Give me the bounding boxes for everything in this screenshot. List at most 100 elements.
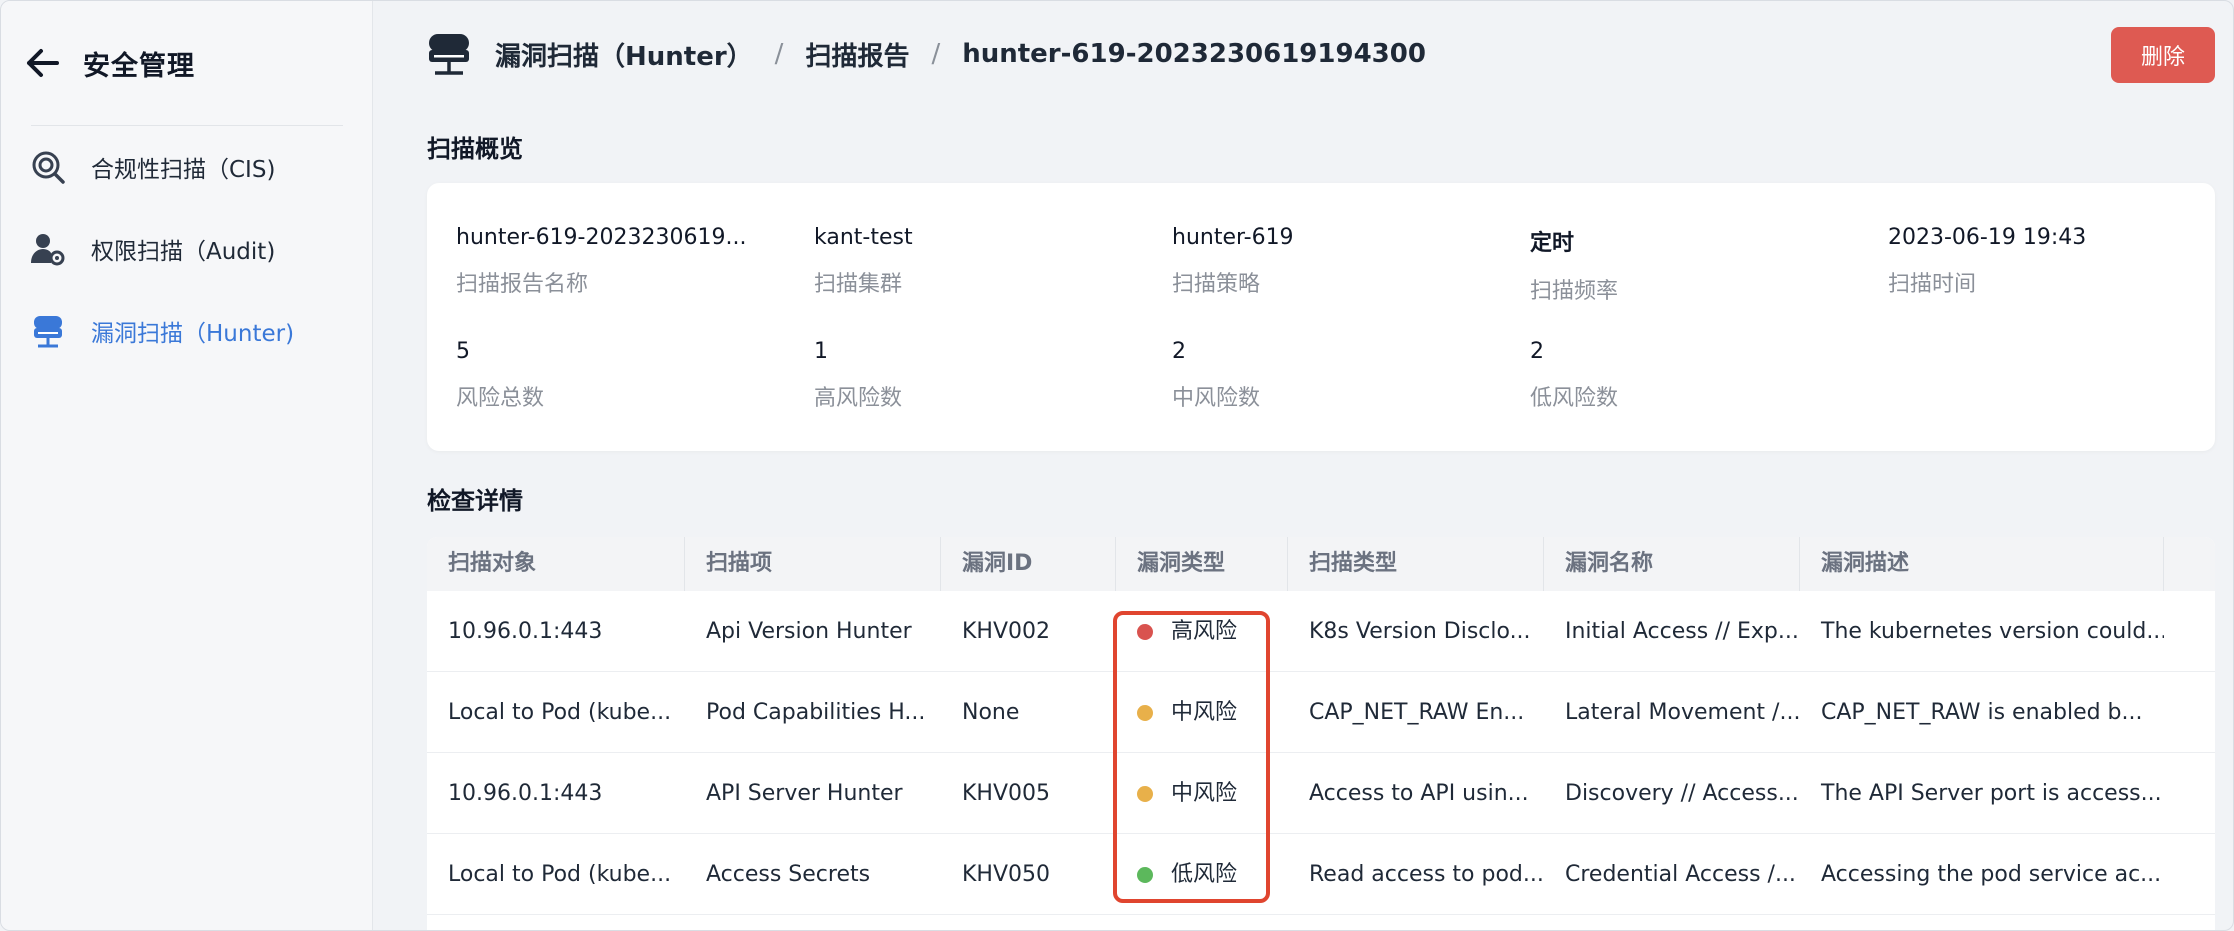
column-header[interactable]: 漏洞类型 bbox=[1116, 537, 1288, 591]
sidebar-item-cis[interactable]: 合规性扫描（CIS) bbox=[29, 141, 349, 193]
overview-frequency: 定时 扫描频率 bbox=[1530, 225, 1850, 305]
cell-scan-item: API Server Hunter bbox=[706, 781, 903, 806]
overview-value: kant-test bbox=[814, 225, 913, 250]
overview-label: 扫描频率 bbox=[1530, 279, 1619, 304]
overview-value: 定时 bbox=[1530, 231, 1575, 256]
breadcrumb: 漏洞扫描（Hunter） / 扫描报告 / hunter-619-2023230… bbox=[425, 27, 1426, 81]
hunter-scan-icon bbox=[425, 30, 473, 78]
cell-vuln-name: Credential Access /... bbox=[1565, 862, 1796, 887]
overview-value: 5 bbox=[456, 339, 470, 364]
risk-label: 中风险 bbox=[1171, 781, 1238, 806]
breadcrumb-item-hunter[interactable]: 漏洞扫描（Hunter） bbox=[495, 36, 753, 73]
table-row[interactable]: 10.96.0.1:443 API Server Hunter KHV005 中… bbox=[427, 753, 2215, 834]
cell-vuln-type: 中风险 bbox=[1116, 672, 1288, 753]
risk-label: 中风险 bbox=[1171, 700, 1238, 725]
cell-vuln-name: Initial Access // Exp... bbox=[1565, 619, 1799, 644]
overview-report-name: hunter-619-2023230619... 扫描报告名称 bbox=[456, 225, 776, 298]
column-header[interactable]: 扫描对象 bbox=[427, 537, 685, 591]
cell-scan-type: Read access to pod... bbox=[1309, 862, 1544, 887]
audit-scan-icon bbox=[29, 230, 67, 268]
cell-scan-item: Api Version Hunter bbox=[706, 619, 912, 644]
cell-scan-type: K8s Version Disclo... bbox=[1309, 619, 1531, 644]
overview-value: hunter-619 bbox=[1172, 225, 1294, 250]
cell-vuln-name: Lateral Movement /... bbox=[1565, 700, 1800, 725]
sidebar-item-hunter[interactable]: 漏洞扫描（Hunter) bbox=[29, 305, 349, 357]
sidebar-item-audit[interactable]: 权限扫描（Audit) bbox=[29, 223, 349, 275]
cell-vuln-type: 低风险 bbox=[1116, 834, 1288, 915]
cis-scan-icon bbox=[29, 148, 67, 186]
overview-scan-time: 2023-06-19 19:43 扫描时间 bbox=[1888, 225, 2208, 298]
column-header[interactable]: 扫描项 bbox=[685, 537, 941, 591]
overview-medium-risks: 2 中风险数 bbox=[1172, 339, 1492, 412]
column-header[interactable]: 扫描类型 bbox=[1288, 537, 1544, 591]
cell-vuln-id: KHV005 bbox=[962, 781, 1051, 806]
cell-scan-type: CAP_NET_RAW En... bbox=[1309, 700, 1525, 725]
cell-scan-item: Pod Capabilities H... bbox=[706, 700, 926, 725]
sidebar: 安全管理 合规性扫描（CIS) 权限扫描（Audit) 漏洞扫描（Hunter) bbox=[1, 1, 373, 930]
overview-value: 2023-06-19 19:43 bbox=[1888, 225, 2087, 250]
overview-value: 2 bbox=[1530, 339, 1544, 364]
details-table: 扫描对象 扫描项 漏洞ID 漏洞类型 扫描类型 漏洞名称 漏洞描述 10.96.… bbox=[427, 537, 2215, 930]
table-row[interactable]: Local to Pod (kube... Pod Capabilities H… bbox=[427, 672, 2215, 753]
sidebar-divider bbox=[31, 125, 343, 126]
risk-dot-icon bbox=[1137, 704, 1153, 721]
cell-vuln-type: 高风险 bbox=[1116, 591, 1288, 672]
risk-dot-icon bbox=[1137, 785, 1153, 802]
breadcrumb-separator: / bbox=[931, 39, 941, 69]
delete-button[interactable]: 删除 bbox=[2111, 27, 2215, 83]
risk-label: 高风险 bbox=[1171, 619, 1238, 644]
risk-dot-icon bbox=[1137, 623, 1153, 640]
cell-scan-item: Access Secrets bbox=[706, 862, 871, 887]
cell-scan-type: Access to API usin... bbox=[1309, 781, 1529, 806]
overview-card: hunter-619-2023230619... 扫描报告名称 kant-tes… bbox=[427, 183, 2215, 451]
cell-vuln-id: KHV002 bbox=[962, 619, 1051, 644]
cell-target: 10.96.0.1:443 bbox=[448, 781, 603, 806]
arrow-left-icon[interactable] bbox=[25, 45, 61, 81]
cell-vuln-id: KHV050 bbox=[962, 862, 1051, 887]
sidebar-item-label: 漏洞扫描（Hunter) bbox=[91, 321, 295, 347]
column-header[interactable]: 漏洞ID bbox=[941, 537, 1116, 591]
overview-label: 扫描时间 bbox=[1888, 272, 1977, 297]
overview-label: 低风险数 bbox=[1530, 386, 1619, 411]
cell-vuln-id: None bbox=[962, 700, 1020, 725]
overview-value: hunter-619-2023230619... bbox=[456, 225, 747, 250]
cell-vuln-desc: CAP_NET_RAW is enabled b... bbox=[1821, 700, 2143, 725]
hunter-scan-icon bbox=[29, 312, 67, 350]
risk-dot-icon bbox=[1137, 866, 1153, 883]
breadcrumb-separator: / bbox=[774, 39, 784, 69]
cell-target: Local to Pod (kube... bbox=[448, 700, 672, 725]
cell-target: 10.96.0.1:443 bbox=[448, 619, 603, 644]
main-content: 漏洞扫描（Hunter） / 扫描报告 / hunter-619-2023230… bbox=[373, 1, 2233, 930]
overview-label: 风险总数 bbox=[456, 386, 545, 411]
overview-cluster: kant-test 扫描集群 bbox=[814, 225, 1134, 298]
overview-value: 2 bbox=[1172, 339, 1186, 364]
column-header[interactable]: 漏洞描述 bbox=[1800, 537, 2164, 591]
sidebar-item-label: 合规性扫描（CIS) bbox=[91, 157, 276, 183]
sidebar-title: 安全管理 bbox=[83, 50, 195, 82]
sidebar-header: 安全管理 bbox=[25, 41, 195, 85]
overview-high-risks: 1 高风险数 bbox=[814, 339, 1134, 412]
table-row[interactable]: Local to Pod (kube... Access Secrets KHV… bbox=[427, 834, 2215, 915]
column-header[interactable]: 漏洞名称 bbox=[1544, 537, 1800, 591]
column-header-actions bbox=[2164, 537, 2215, 591]
table-header: 扫描对象 扫描项 漏洞ID 漏洞类型 扫描类型 漏洞名称 漏洞描述 bbox=[427, 537, 2215, 591]
overview-label: 扫描策略 bbox=[1172, 272, 1261, 297]
sidebar-item-label: 权限扫描（Audit) bbox=[91, 239, 276, 265]
app-window: 安全管理 合规性扫描（CIS) 权限扫描（Audit) 漏洞扫描（Hunter)… bbox=[0, 0, 2234, 931]
overview-low-risks: 2 低风险数 bbox=[1530, 339, 1850, 412]
details-title: 检查详情 bbox=[427, 487, 523, 515]
cell-target: Local to Pod (kube... bbox=[448, 862, 672, 887]
cell-vuln-desc: Accessing the pod service ac... bbox=[1821, 862, 2162, 887]
overview-value: 1 bbox=[814, 339, 828, 364]
table-row[interactable]: 10.96.0.1:443 Api Version Hunter KHV002 … bbox=[427, 591, 2215, 672]
breadcrumb-item-reports[interactable]: 扫描报告 bbox=[805, 36, 909, 73]
overview-title: 扫描概览 bbox=[427, 135, 523, 163]
overview-policy: hunter-619 扫描策略 bbox=[1172, 225, 1492, 298]
risk-label: 低风险 bbox=[1171, 862, 1238, 887]
overview-label: 中风险数 bbox=[1172, 386, 1261, 411]
overview-label: 高风险数 bbox=[814, 386, 903, 411]
cell-vuln-type: 中风险 bbox=[1116, 753, 1288, 834]
overview-label: 扫描报告名称 bbox=[456, 272, 589, 297]
cell-vuln-desc: The API Server port is access... bbox=[1821, 781, 2162, 806]
breadcrumb-item-current: hunter-619-2023230619194300 bbox=[962, 39, 1426, 69]
